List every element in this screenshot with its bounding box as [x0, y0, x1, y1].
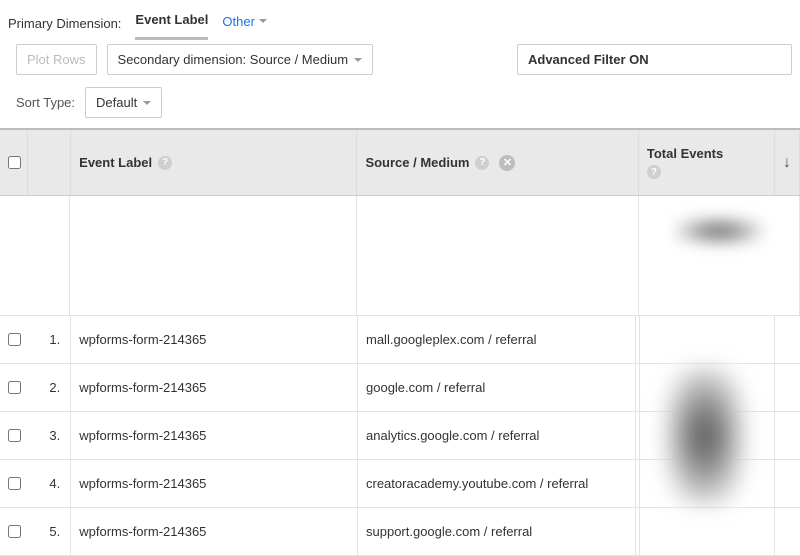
chevron-down-icon — [143, 101, 151, 105]
dimension-tabs: Event Label Other — [135, 6, 266, 40]
sort-type-label: Sort Type: — [16, 95, 75, 110]
sort-descending-icon[interactable]: ↓ — [783, 154, 791, 172]
tab-event-label[interactable]: Event Label — [135, 6, 208, 40]
row-index: 3. — [28, 412, 71, 459]
row-index: 4. — [28, 460, 71, 507]
row-source-medium[interactable]: mall.googleplex.com / referral — [358, 316, 640, 363]
row-checkbox[interactable] — [8, 477, 21, 490]
tab-other[interactable]: Other — [222, 6, 267, 40]
sort-type-value: Default — [96, 95, 137, 110]
row-index: 2. — [28, 364, 71, 411]
row-source-medium[interactable]: analytics.google.com / referral — [358, 412, 640, 459]
row-index: 5. — [28, 508, 71, 555]
secondary-dimension-dropdown[interactable]: Secondary dimension: Source / Medium — [107, 44, 374, 75]
plot-rows-button[interactable]: Plot Rows — [16, 44, 97, 75]
blurred-total — [674, 216, 764, 246]
row-source-medium[interactable]: google.com / referral — [358, 364, 640, 411]
data-table: Event Label ? Source / Medium ? ✕ Total … — [0, 128, 800, 556]
remove-dimension-icon[interactable]: ✕ — [499, 155, 515, 171]
row-source-medium[interactable]: creatoracademy.youtube.com / referral — [358, 460, 640, 507]
row-event-label[interactable]: wpforms-form-214365 — [71, 508, 358, 555]
row-event-label[interactable]: wpforms-form-214365 — [71, 316, 358, 363]
sort-type-dropdown[interactable]: Default — [85, 87, 162, 118]
row-event-label[interactable]: wpforms-form-214365 — [71, 412, 358, 459]
primary-dimension-label: Primary Dimension: — [8, 16, 121, 31]
row-source-medium[interactable]: support.google.com / referral — [358, 508, 640, 555]
advanced-filter-box[interactable]: Advanced Filter ON — [517, 44, 792, 75]
table-header: Event Label ? Source / Medium ? ✕ Total … — [0, 130, 800, 196]
row-checkbox[interactable] — [8, 381, 21, 394]
row-checkbox[interactable] — [8, 333, 21, 346]
blurred-values-column — [635, 316, 775, 556]
help-icon[interactable]: ? — [647, 165, 661, 179]
row-index: 1. — [28, 316, 71, 363]
summary-row — [0, 196, 800, 316]
help-icon[interactable]: ? — [475, 156, 489, 170]
row-checkbox[interactable] — [8, 429, 21, 442]
select-all-checkbox[interactable] — [8, 156, 21, 169]
header-event-label: Event Label — [79, 155, 152, 170]
help-icon[interactable]: ? — [158, 156, 172, 170]
chevron-down-icon — [354, 58, 362, 62]
header-source-medium: Source / Medium — [365, 155, 469, 170]
row-event-label[interactable]: wpforms-form-214365 — [71, 460, 358, 507]
header-total-events: Total Events — [647, 146, 723, 161]
row-checkbox[interactable] — [8, 525, 21, 538]
chevron-down-icon — [259, 19, 267, 23]
secondary-dimension-label: Secondary dimension: Source / Medium — [118, 52, 349, 67]
tab-other-label: Other — [222, 14, 255, 29]
row-event-label[interactable]: wpforms-form-214365 — [71, 364, 358, 411]
